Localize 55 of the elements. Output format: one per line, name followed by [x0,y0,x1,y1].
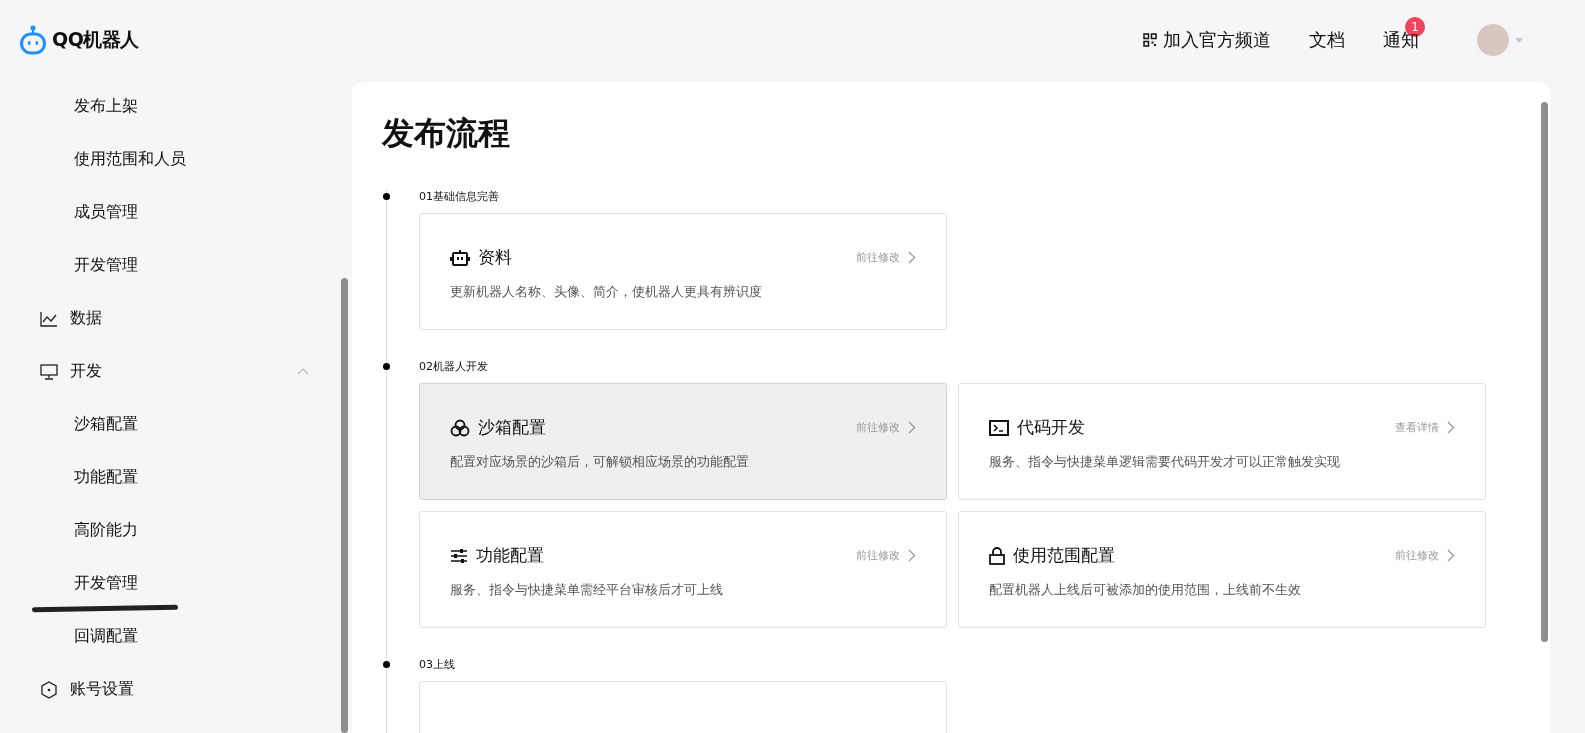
lock-icon [989,546,1005,565]
sidebar-item[interactable]: 高阶能力 [74,520,138,541]
header-link[interactable]: 文档 [1309,28,1345,52]
card-title: 资料 [478,246,512,269]
sidebar-item[interactable]: 发布上架 [74,96,138,117]
timeline-dot [383,193,390,200]
card-title: 代码开发 [1017,416,1085,439]
card-description: 服务、指令与快捷菜单逻辑需要代码开发才可以正常触发实现 [989,453,1341,471]
sidebar-item[interactable]: 成员管理 [74,202,138,223]
three-circles-icon [450,418,470,437]
robot-logo-icon [20,25,46,55]
step-card[interactable]: 使用范围配置 前往修改 配置机器人上线后可被添加的使用范围，上线前不生效 [958,511,1486,628]
card-title: 功能配置 [476,544,544,567]
step-card[interactable]: 沙箱配置 前往修改 配置对应场景的沙箱后，可解锁相应场景的功能配置 [419,383,947,500]
step-card[interactable]: 功能配置 前往修改 服务、指令与快捷菜单需经平台审核后才可上线 [419,511,947,628]
sliders-icon [450,548,468,563]
caret-icon[interactable] [1515,37,1523,43]
step-label: 02机器人开发 [419,360,489,374]
chevron-icon[interactable] [297,368,309,375]
logo-text: QQ机器人 [52,27,139,52]
monitor-icon [40,363,58,380]
sidebar-item[interactable]: 数据 [70,308,102,329]
chevron-right-icon [1447,421,1455,434]
sidebar-item[interactable]: 功能配置 [74,467,138,488]
card-description: 服务、指令与快捷菜单需经平台审核后才可上线 [450,581,724,599]
avatar[interactable] [1477,24,1509,56]
header-link[interactable]: 加入官方频道 [1143,28,1271,52]
timeline-dot [383,363,390,370]
card-description: 配置对应场景的沙箱后，可解锁相应场景的功能配置 [450,453,750,471]
sidebar-item[interactable]: 账号设置 [70,679,134,700]
sidebar-item[interactable]: 开发 [70,361,102,382]
card-title: 使用范围配置 [1013,544,1115,567]
line-chart-icon [40,310,58,327]
page-title: 发布流程 [382,113,511,154]
card-title: 沙箱配置 [478,416,546,439]
robot-icon [450,249,470,266]
sidebar-item[interactable]: 开发管理 [74,573,138,594]
chevron-right-icon [908,421,916,434]
step-card[interactable]: 代码开发 查看详情 服务、指令与快捷菜单逻辑需要代码开发才可以正常触发实现 [958,383,1486,500]
hexagon-icon [40,680,58,699]
grid-icon [1143,33,1157,47]
step-label: 03上线 [419,658,456,672]
card-description: 更新机器人名称、头像、简介，使机器人更具有辨识度 [450,283,763,301]
chevron-right-icon [908,549,916,562]
step-label: 01基础信息完善 [419,190,500,204]
sidebar-item[interactable]: 开发管理 [74,255,138,276]
step-card[interactable]: 资料 前往修改 更新机器人名称、头像、简介，使机器人更具有辨识度 [419,213,947,330]
terminal-icon [989,419,1009,436]
sidebar-item[interactable]: 回调配置 [74,626,138,647]
card-description: 配置机器人上线后可被添加的使用范围，上线前不生效 [989,581,1302,599]
chevron-right-icon [1447,549,1455,562]
timeline-dot [383,661,390,668]
sidebar-item[interactable]: 沙箱配置 [74,414,138,435]
sidebar-item[interactable]: 使用范围和人员 [74,149,186,170]
chevron-right-icon [908,251,916,264]
